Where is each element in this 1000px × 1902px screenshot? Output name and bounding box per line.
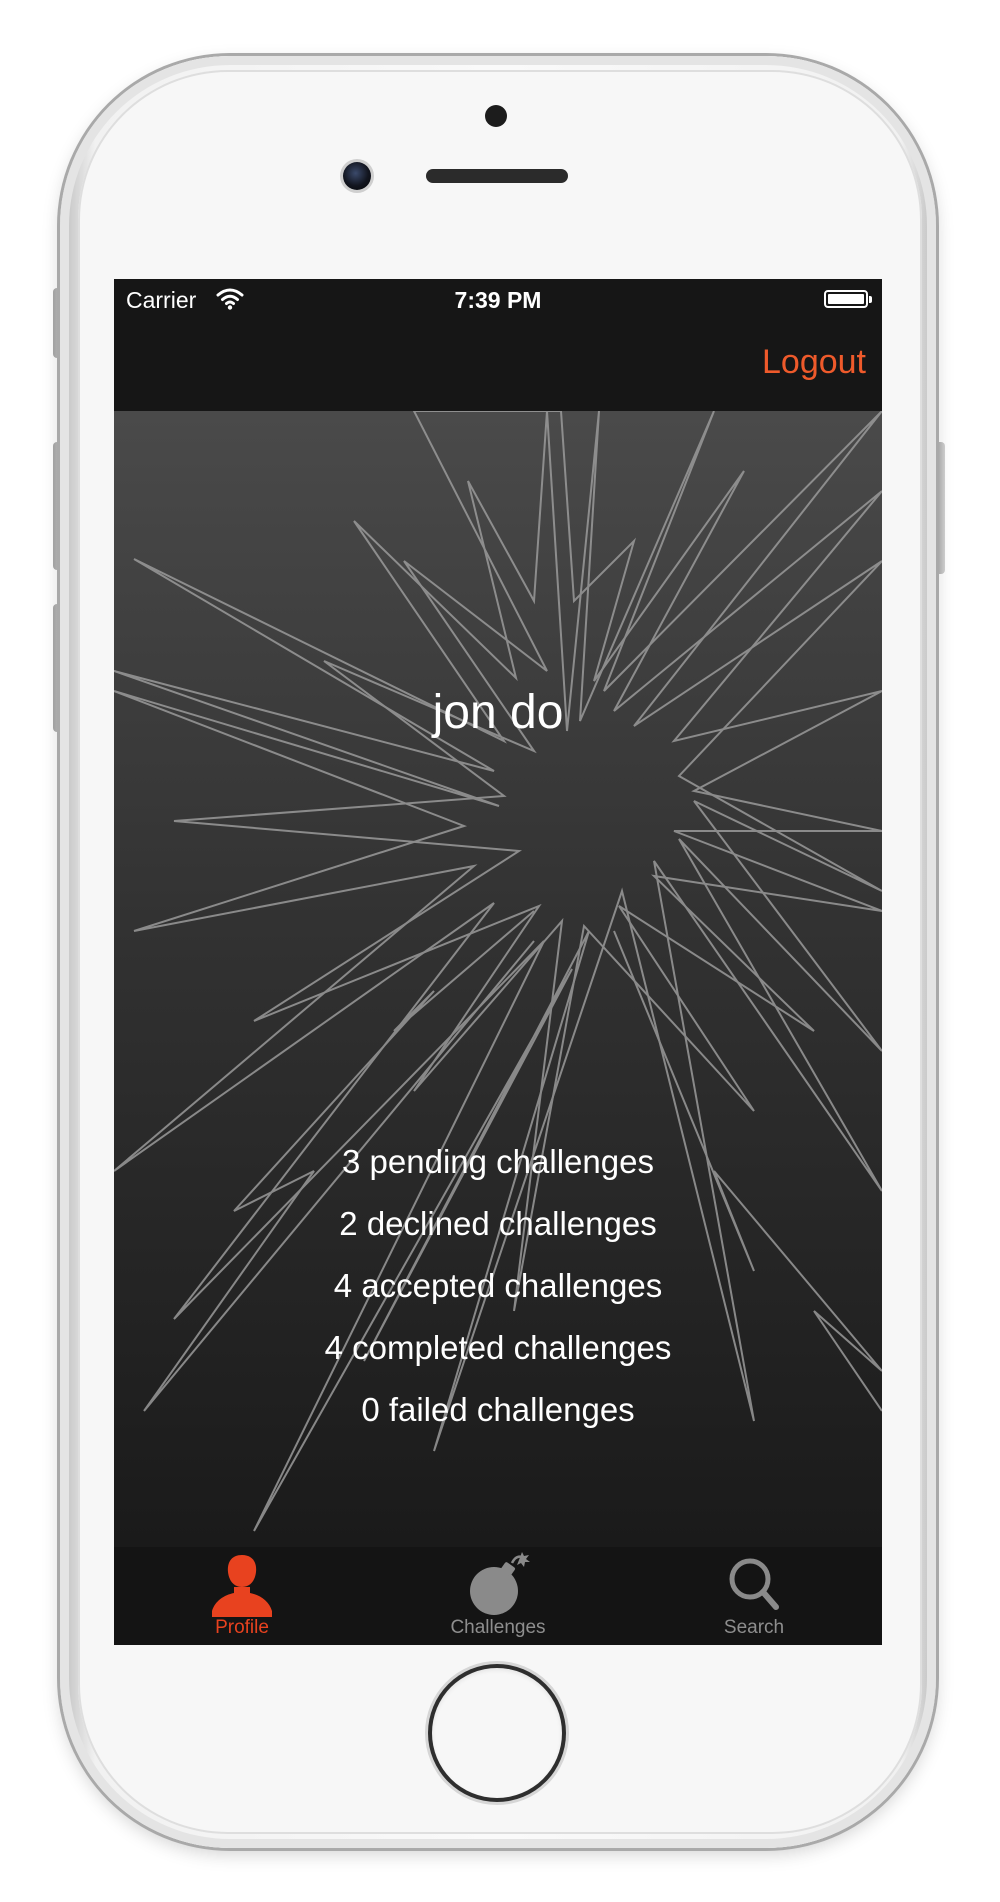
battery-tip (869, 296, 872, 303)
battery-icon (824, 290, 872, 308)
stat-accepted: 4 accepted challenges (333, 1267, 663, 1304)
battery-level (828, 294, 864, 304)
tab-challenges[interactable]: Challenges (370, 1547, 626, 1645)
person-icon (212, 1555, 272, 1617)
navigation-bar: Logout (114, 321, 882, 411)
tab-label-challenges: Challenges (450, 1617, 546, 1638)
earpiece-speaker (426, 169, 568, 183)
challenge-stats-list: 3 pending challenges 2 declined challeng… (114, 1131, 882, 1441)
stat-completed: 4 completed challenges (324, 1329, 672, 1366)
stat-pending: 3 pending challenges (342, 1143, 654, 1180)
bomb-icon (470, 1552, 530, 1615)
stat-failed: 0 failed challenges (361, 1391, 635, 1428)
proximity-sensor (485, 105, 507, 127)
app-screen: Carrier 7:39 PM Logout jon do 3 pending (114, 279, 882, 1645)
profile-content: jon do 3 pending challenges 2 declined c… (114, 411, 882, 1547)
status-time: 7:39 PM (454, 287, 542, 313)
tab-profile[interactable]: Profile (114, 1547, 370, 1645)
tab-label-search: Search (723, 1617, 785, 1638)
stat-declined: 2 declined challenges (339, 1205, 657, 1242)
tab-search[interactable]: Search (626, 1547, 882, 1645)
home-button[interactable] (432, 1668, 562, 1798)
tab-bar: Profile Challenges Search (114, 1547, 882, 1645)
magnifier-icon (729, 1558, 779, 1610)
front-camera-icon (343, 162, 371, 190)
status-bar: Carrier 7:39 PM (114, 279, 882, 321)
logout-button[interactable]: Logout (762, 343, 866, 382)
power-button (935, 442, 945, 574)
tab-label-profile: Profile (215, 1617, 269, 1638)
profile-name: jon do (432, 686, 564, 739)
